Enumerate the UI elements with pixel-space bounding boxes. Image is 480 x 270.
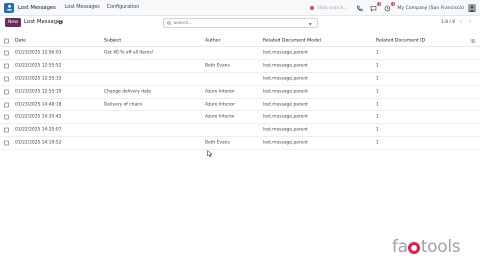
table-row[interactable]: 01/22/2025 14:20:45 Azure Interior lost.… [0, 111, 480, 125]
gear-icon[interactable] [58, 20, 63, 25]
caret-down-icon[interactable] [308, 22, 313, 27]
table-row[interactable]: 01/22/2025 14:19:52 Beth Evans lost.mess… [0, 137, 480, 151]
cell-date: 01/23/2025 12:55:52 [15, 63, 62, 69]
cell-date: 01/23/2025 14:48:18 [15, 102, 62, 107]
cell-author: Azure Interior [205, 114, 235, 120]
column-header-date[interactable]: Date [15, 38, 26, 43]
cell-related-model: lost.message.parent [263, 140, 308, 146]
optional-columns-icon[interactable] [470, 38, 476, 43]
pager-value[interactable]: 1-8 / 8 [441, 20, 455, 25]
cell-related-model: lost.message.parent [263, 76, 308, 82]
clock-icon[interactable]: 1 [383, 2, 396, 12]
cell-author: Azure Interior [205, 102, 235, 107]
watermark-text-left: fa [392, 237, 408, 257]
top-navbar: Lost Messages Lost Messages Configuratio… [0, 0, 480, 16]
cell-date: 01/23/2025 12:56:03 [15, 50, 62, 56]
column-header-related-id[interactable]: Related Document ID [376, 38, 425, 43]
row-checkbox[interactable] [4, 76, 9, 82]
cell-subject: Change delivery date [104, 89, 152, 95]
cell-related-id: 1 [376, 140, 379, 146]
cell-author: Beth Evans [205, 140, 230, 146]
cell-related-id: 1 [376, 63, 379, 69]
cell-subject: Get 40 % off all Items! [104, 50, 154, 56]
table-row[interactable]: 01/23/2025 14:48:18 Delivery of chairs A… [0, 99, 480, 112]
phone-icon[interactable] [355, 4, 363, 12]
messages-badge: 1 [377, 2, 382, 6]
table-row[interactable]: 01/22/2025 14:20:07 lost.message.parent … [0, 124, 480, 138]
table-row[interactable]: 01/23/2025 12:56:03 Get 40 % off all Ite… [0, 47, 480, 60]
cell-related-model: lost.message.parent [263, 63, 308, 69]
cell-date: 01/22/2025 14:20:45 [15, 114, 62, 120]
cell-related-model: lost.message.parent [263, 89, 308, 95]
row-checkbox[interactable] [4, 89, 9, 95]
cell-related-id: 1 [376, 50, 379, 56]
list-view-table: Date Subject Author Related Document Mod… [0, 35, 480, 151]
chat-icon[interactable]: 1 [369, 2, 382, 12]
column-header-subject[interactable]: Subject [104, 38, 121, 43]
activities-badge: 1 [391, 2, 396, 6]
column-header-related-model[interactable]: Related Document Model [263, 38, 321, 43]
cell-date: 01/22/2025 14:20:07 [15, 127, 62, 133]
cell-author: Azure Interior [205, 89, 235, 95]
cell-related-id: 1 [376, 127, 379, 133]
navbar-search[interactable]: Idalo search... [317, 6, 347, 11]
app-brand[interactable]: Lost Messages [18, 5, 56, 11]
user-avatar[interactable] [468, 4, 476, 12]
user-icon [6, 4, 12, 11]
cell-author: Beth Evans [205, 63, 230, 69]
cell-related-id: 1 [376, 114, 379, 120]
row-checkbox[interactable] [4, 50, 9, 56]
cell-related-model: lost.message.parent [263, 102, 308, 107]
menu-configuration[interactable]: Configuration [107, 5, 140, 10]
cell-date: 01/22/2025 14:19:52 [15, 140, 62, 146]
cell-related-model: lost.message.parent [263, 50, 308, 56]
menu-lost-messages[interactable]: Lost Messages [65, 5, 100, 10]
row-checkbox[interactable] [4, 114, 9, 120]
table-row[interactable]: 01/23/2025 12:55:52 Beth Evans lost.mess… [0, 60, 480, 73]
company-switcher[interactable]: My Company (San Francisco) [397, 6, 464, 11]
table-row[interactable]: 01/23/2025 12:55:19 Change delivery date… [0, 86, 480, 99]
navbar-systray: Idalo search... 1 1 My Company (San Fran… [310, 2, 476, 13]
column-header-author[interactable]: Author [205, 38, 220, 43]
search-input[interactable] [173, 20, 304, 26]
watermark-text-right: tools [420, 237, 461, 257]
cell-related-id: 1 [376, 76, 379, 82]
cell-subject: Delivery of chairs [104, 102, 143, 107]
row-checkbox[interactable] [4, 102, 9, 107]
cell-related-id: 1 [376, 102, 379, 107]
pager-next-button[interactable]: › [469, 19, 471, 25]
cell-date: 01/23/2025 12:55:33 [15, 76, 62, 82]
cell-related-model: lost.message.parent [263, 114, 308, 120]
pager-previous-button[interactable]: ‹ [460, 19, 462, 25]
search-icon [167, 21, 172, 25]
mouse-cursor-icon [207, 150, 213, 158]
row-checkbox[interactable] [4, 127, 9, 133]
cell-date: 01/23/2025 12:55:19 [15, 89, 62, 95]
cell-related-model: lost.message.parent [263, 127, 308, 133]
table-row[interactable]: 01/23/2025 12:55:33 lost.message.parent … [0, 73, 480, 86]
table-header: Date Subject Author Related Document Mod… [0, 35, 480, 47]
status-dot-icon [310, 6, 315, 10]
search-bar[interactable] [163, 18, 318, 28]
watermark-logo: fa tools [392, 237, 461, 257]
select-all-checkbox[interactable] [4, 38, 9, 43]
row-checkbox[interactable] [4, 63, 9, 69]
row-checkbox[interactable] [4, 140, 9, 146]
app-icon[interactable] [4, 2, 14, 13]
cell-related-id: 1 [376, 89, 379, 95]
watermark-o-icon [408, 242, 421, 254]
new-button[interactable]: New [5, 18, 21, 27]
